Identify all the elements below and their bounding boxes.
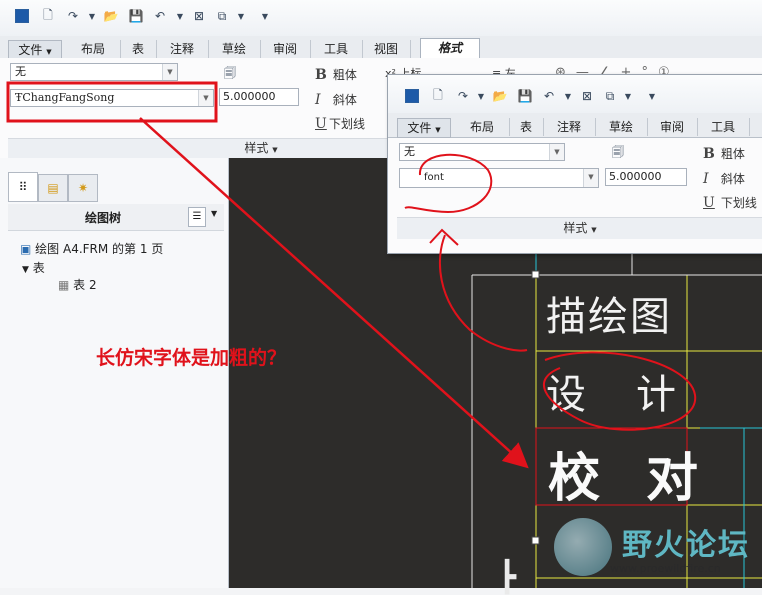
app-window-icon[interactable] bbox=[405, 89, 419, 103]
overlay-ribbon-tabbar: 文件 ▼ 布局 表 注释 草绘 审阅 工具 bbox=[388, 113, 762, 138]
text-style-select[interactable]: 无 ▼ bbox=[399, 143, 565, 161]
font-select[interactable]: font ▼ bbox=[399, 168, 599, 188]
underline-toggle[interactable]: U 下划线 bbox=[315, 115, 365, 132]
tab-sketch[interactable]: 草绘 bbox=[595, 118, 648, 136]
underline-toggle[interactable]: U 下划线 bbox=[703, 194, 757, 211]
navigator-panel: ⠿ ▤ ✷ 绘图树 ☰ ▼ ▣ 绘图 A4.FRM 的第 1 页 ▼ 表 ▦ 表… bbox=[0, 158, 229, 588]
customize-toolbar-icon[interactable]: ▼ bbox=[257, 8, 273, 24]
favorites-tab-icon[interactable]: ✷ bbox=[68, 174, 98, 202]
dropdown-arrow-icon[interactable]: ▼ bbox=[473, 88, 489, 104]
watermark: 野火论坛 www.proewildfire.cn bbox=[550, 516, 762, 588]
chevron-down-icon[interactable]: ▼ bbox=[211, 209, 217, 218]
window-switch-icon[interactable]: ⧉ bbox=[214, 8, 230, 24]
expand-triangle-icon[interactable]: ▼ bbox=[22, 265, 29, 275]
redo-icon[interactable]: ↷ bbox=[455, 88, 471, 104]
overlay-window: 🗋 ↷ ▼ 📂 💾 ↶ ▼ ⊠ ⧉ ▼ ▼ 文件 ▼ 布局 表 注释 草绘 审阅… bbox=[387, 74, 762, 254]
watermark-title: 野火论坛 bbox=[622, 528, 750, 563]
tab-file[interactable]: 文件 ▼ bbox=[8, 40, 62, 60]
tab-review[interactable]: 审阅 bbox=[260, 40, 311, 58]
text-height-icon: 🗐 bbox=[224, 65, 236, 80]
text-style-select[interactable]: 无 ▼ bbox=[10, 63, 178, 81]
chevron-down-icon: ▼ bbox=[198, 90, 213, 106]
forum-logo-icon bbox=[554, 518, 612, 576]
undo-icon[interactable]: ↶ bbox=[152, 8, 168, 24]
table-cell-design-b: 计 bbox=[636, 372, 676, 418]
panel-title: 绘图树 bbox=[84, 211, 121, 225]
dropdown-arrow-icon[interactable]: ▼ bbox=[233, 8, 249, 24]
dropdown-arrow-icon[interactable]: ▼ bbox=[84, 8, 100, 24]
tab-annotate[interactable]: 注释 bbox=[543, 118, 596, 136]
tab-table[interactable]: 表 bbox=[509, 118, 544, 136]
tree-item-tables[interactable]: ▼ 表 bbox=[22, 259, 45, 276]
underline-icon: U bbox=[703, 195, 715, 211]
folder-browser-tab-icon[interactable]: ▤ bbox=[38, 174, 68, 202]
new-file-icon[interactable]: 🗋 bbox=[40, 8, 56, 24]
bold-icon: B bbox=[703, 146, 715, 162]
overlay-quick-access-toolbar: 🗋 ↷ ▼ 📂 💾 ↶ ▼ ⊠ ⧉ ▼ ▼ bbox=[388, 75, 762, 114]
italic-toggle[interactable]: I 斜体 bbox=[315, 91, 357, 108]
dropdown-arrow-icon[interactable]: ▼ bbox=[620, 88, 636, 104]
redo-icon[interactable]: ↷ bbox=[65, 8, 81, 24]
new-file-icon[interactable]: 🗋 bbox=[430, 88, 446, 104]
dropdown-arrow-icon[interactable]: ▼ bbox=[172, 8, 188, 24]
font-select[interactable]: ŦChangFangSong ▼ bbox=[10, 89, 214, 107]
table-cell-check-a: 校 bbox=[548, 448, 601, 509]
table-icon: ▦ bbox=[58, 278, 70, 292]
close-window-icon[interactable]: ⊠ bbox=[191, 8, 207, 24]
bold-toggle[interactable]: B 粗体 bbox=[315, 66, 357, 83]
tab-table[interactable]: 表 bbox=[120, 40, 157, 58]
chevron-down-icon: ▼ bbox=[583, 169, 598, 187]
tab-layout[interactable]: 布局 bbox=[66, 40, 121, 58]
tab-layout[interactable]: 布局 bbox=[455, 118, 510, 136]
window-switch-icon[interactable]: ⧉ bbox=[602, 88, 618, 104]
annotation-text: 长仿宋字体是加粗的？ bbox=[96, 347, 287, 369]
panel-header: 绘图树 ☰ ▼ bbox=[8, 204, 224, 231]
underline-icon: U bbox=[315, 116, 327, 132]
tab-review[interactable]: 审阅 bbox=[647, 118, 698, 136]
tab-tools[interactable]: 工具 bbox=[697, 118, 750, 136]
tab-view[interactable]: 视图 bbox=[362, 40, 411, 58]
tab-file[interactable]: 文件 ▼ bbox=[397, 118, 451, 138]
text-height-icon: 🗐 bbox=[612, 144, 624, 159]
bold-toggle[interactable]: B 粗体 bbox=[703, 145, 745, 162]
text-height-input[interactable]: 5.000000 bbox=[219, 88, 299, 106]
table-cell-check-b: 对 bbox=[646, 448, 699, 509]
italic-icon: I bbox=[315, 92, 321, 108]
tree-item-sheet[interactable]: ▣ 绘图 A4.FRM 的第 1 页 bbox=[20, 240, 163, 257]
text-height-input[interactable]: 5.000000 bbox=[605, 168, 687, 186]
tab-format[interactable]: 格式 bbox=[420, 38, 480, 60]
model-tree-tab-icon[interactable]: ⠿ bbox=[8, 172, 38, 202]
app-window-icon[interactable] bbox=[15, 9, 29, 23]
table-cell-draw: 描绘图 bbox=[546, 294, 672, 340]
tab-tools[interactable]: 工具 bbox=[310, 40, 363, 58]
undo-icon[interactable]: ↶ bbox=[541, 88, 557, 104]
chevron-down-icon: ▼ bbox=[549, 144, 564, 160]
ribbon-group-label[interactable]: 样式 ▼ bbox=[397, 217, 762, 239]
open-folder-icon[interactable]: 📂 bbox=[103, 8, 119, 24]
chevron-down-icon: ▼ bbox=[162, 64, 177, 80]
bold-icon: B bbox=[315, 67, 327, 83]
italic-toggle[interactable]: I 斜体 bbox=[703, 170, 745, 187]
drawing-sheet-icon: ▣ bbox=[20, 242, 32, 256]
quick-access-toolbar: 🗋 ↷ ▼ 📂 💾 ↶ ▼ ⊠ ⧉ ▼ ▼ bbox=[0, 0, 762, 37]
tree-item-table-2[interactable]: ▦ 表 2 bbox=[58, 276, 97, 293]
table-cell-partial: ┣ bbox=[498, 560, 517, 595]
dropdown-arrow-icon[interactable]: ▼ bbox=[560, 88, 576, 104]
save-icon[interactable]: 💾 bbox=[517, 88, 533, 104]
watermark-url: www.proewildfire.cn bbox=[610, 562, 721, 575]
tree-settings-icon[interactable]: ☰ bbox=[188, 207, 206, 227]
panel-tabs: ⠿ ▤ ✷ bbox=[8, 172, 98, 202]
customize-toolbar-icon[interactable]: ▼ bbox=[644, 88, 660, 104]
save-icon[interactable]: 💾 bbox=[128, 8, 144, 24]
tab-sketch[interactable]: 草绘 bbox=[208, 40, 261, 58]
italic-icon: I bbox=[703, 171, 709, 187]
close-window-icon[interactable]: ⊠ bbox=[579, 88, 595, 104]
open-folder-icon[interactable]: 📂 bbox=[492, 88, 508, 104]
table-cell-design-a: 设 bbox=[546, 372, 586, 418]
tab-annotate[interactable]: 注释 bbox=[156, 40, 209, 58]
ribbon-tabbar: 文件 ▼ 布局 表 注释 草绘 审阅 工具 视图 格式 bbox=[0, 36, 762, 60]
